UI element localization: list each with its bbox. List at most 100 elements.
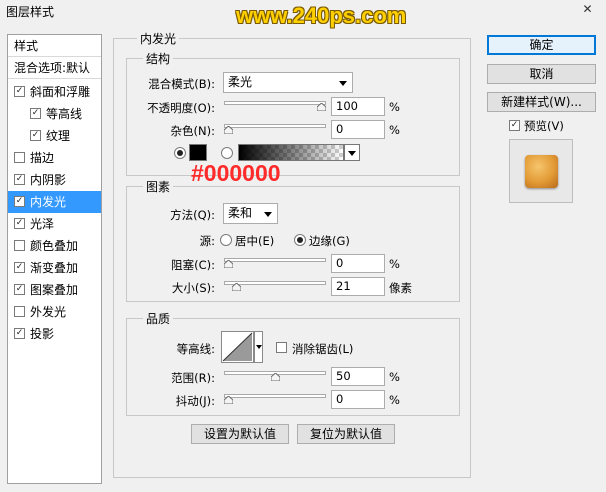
chevron-down-icon (348, 151, 356, 156)
opacity-label: 不透明度(O): (147, 101, 215, 115)
preview-checkbox[interactable]: ✓ (509, 120, 520, 131)
style-checkbox[interactable]: ✓ (30, 130, 41, 141)
window-title: 图层样式 (6, 5, 55, 19)
style-list-item[interactable]: ✓ 斜面和浮雕 (8, 81, 101, 103)
jitter-percent: % (389, 393, 400, 407)
range-slider-thumb[interactable] (270, 373, 280, 381)
style-checkbox[interactable]: ✓ (14, 328, 25, 339)
close-button[interactable]: ✕ (574, 0, 601, 18)
style-list-item-label: 渐变叠加 (30, 261, 79, 275)
gradient-dropdown-button[interactable] (344, 144, 360, 161)
gradient-radio[interactable] (221, 147, 233, 159)
choke-slider-thumb[interactable] (224, 260, 233, 268)
style-list-header[interactable]: 样式 (8, 35, 101, 57)
choke-input[interactable]: 0 (331, 254, 385, 273)
choke-percent: % (389, 257, 400, 271)
style-list: 样式 混合选项:默认 ✓ 斜面和浮雕 ✓ 等高线 ✓ 纹理 描边 ✓ 内阴影 ✓ 内发光 ✓ 光泽 颜色叠… (7, 34, 102, 484)
new-style-button[interactable]: 新建样式(W)... (487, 92, 596, 112)
style-list-item[interactable]: ✓ 内发光 (8, 191, 101, 213)
style-list-item[interactable]: ✓ 渐变叠加 (8, 257, 101, 279)
preview-swatch (525, 155, 558, 188)
range-label: 范围(R): (171, 371, 215, 385)
cancel-button[interactable]: 取消 (487, 64, 596, 84)
source-edge-label[interactable]: 边缘(G) (309, 233, 350, 249)
style-list-item-label: 图案叠加 (30, 283, 79, 297)
slider-thumb-icon (231, 283, 241, 291)
source-center-label[interactable]: 居中(E) (235, 233, 274, 249)
reset-default-button[interactable]: 复位为默认值 (297, 424, 395, 444)
style-list-item-label: 等高线 (46, 107, 83, 121)
elements-title: 图素 (143, 178, 174, 195)
style-checkbox[interactable]: ✓ (14, 174, 25, 185)
anti-alias-checkbox[interactable] (276, 342, 287, 353)
blend-options-item[interactable]: 混合选项:默认 (8, 57, 101, 79)
style-checkbox[interactable]: ✓ (14, 284, 25, 295)
style-list-item[interactable]: ✓ 光泽 (8, 213, 101, 235)
method-select[interactable]: 柔和 (223, 203, 278, 224)
style-list-item[interactable]: 颜色叠加 (8, 235, 101, 257)
color-hex-annotation: #000000 (191, 160, 281, 186)
close-icon: ✕ (582, 2, 593, 16)
blend-mode-value: 柔光 (228, 75, 253, 89)
style-list-item[interactable]: ✓ 纹理 (8, 125, 101, 147)
solid-color-radio[interactable] (174, 147, 186, 159)
style-checkbox[interactable]: ✓ (14, 262, 25, 273)
opacity-slider-thumb[interactable] (317, 103, 326, 111)
style-list-item[interactable]: ✓ 图案叠加 (8, 279, 101, 301)
style-list-item-label: 纹理 (46, 129, 71, 143)
style-checkbox[interactable] (14, 306, 25, 317)
style-preview (509, 139, 573, 203)
style-list-item-label: 内发光 (30, 195, 67, 209)
style-checkbox[interactable]: ✓ (14, 218, 25, 229)
style-list-item-label: 斜面和浮雕 (30, 85, 91, 99)
source-center-radio[interactable] (220, 234, 232, 246)
jitter-slider-thumb[interactable] (224, 396, 233, 404)
source-edge-radio[interactable] (294, 234, 306, 246)
make-default-button[interactable]: 设置为默认值 (191, 424, 289, 444)
watermark: www.240ps.com (236, 3, 407, 28)
contour-preview[interactable] (221, 331, 254, 363)
size-label: 大小(S): (171, 281, 215, 295)
gradient-preview[interactable] (238, 144, 344, 161)
glow-color-swatch[interactable] (189, 144, 207, 161)
quality-title: 品质 (143, 310, 174, 327)
size-slider-thumb[interactable] (231, 283, 241, 291)
style-list-item[interactable]: ✓ 投影 (8, 323, 101, 345)
style-list-item[interactable]: ✓ 内阴影 (8, 169, 101, 191)
opacity-input[interactable]: 100 (331, 97, 385, 116)
style-list-item[interactable]: ✓ 等高线 (8, 103, 101, 125)
blend-mode-select[interactable]: 柔光 (223, 72, 353, 93)
style-checkbox[interactable]: ✓ (14, 86, 25, 97)
style-checkbox[interactable] (14, 240, 25, 251)
method-value: 柔和 (228, 206, 253, 220)
style-checkbox[interactable]: ✓ (30, 108, 41, 119)
style-list-item[interactable]: 描边 (8, 147, 101, 169)
inner-glow-title: 内发光 (137, 30, 180, 47)
jitter-label: 抖动(J): (175, 394, 215, 408)
jitter-input[interactable]: 0 (331, 390, 385, 409)
style-checkbox[interactable] (14, 152, 25, 163)
size-input[interactable]: 21 (331, 277, 385, 296)
range-percent: % (389, 370, 400, 384)
noise-slider-thumb[interactable] (224, 126, 233, 134)
range-input[interactable]: 50 (331, 367, 385, 386)
size-unit: 像素 (389, 281, 412, 295)
opacity-percent: % (389, 100, 400, 114)
choke-slider-track[interactable] (224, 258, 326, 262)
source-label: 源: (199, 234, 215, 248)
noise-input[interactable]: 0 (331, 120, 385, 139)
opacity-slider-track[interactable] (224, 101, 326, 105)
noise-slider-track[interactable] (224, 124, 326, 128)
chevron-down-icon (256, 345, 262, 349)
style-list-item[interactable]: 外发光 (8, 301, 101, 323)
choke-label: 阻塞(C): (171, 258, 215, 272)
style-list-item-label: 外发光 (30, 305, 67, 319)
style-checkbox[interactable]: ✓ (14, 196, 25, 207)
ok-button[interactable]: 确定 (487, 35, 596, 55)
jitter-slider-track[interactable] (224, 394, 326, 398)
slider-thumb-icon (317, 103, 326, 111)
anti-alias-label[interactable]: 消除锯齿(L) (292, 341, 353, 357)
preview-label[interactable]: 预览(V) (524, 118, 564, 134)
contour-dropdown-button[interactable] (254, 331, 263, 363)
chevron-down-icon (264, 212, 272, 217)
